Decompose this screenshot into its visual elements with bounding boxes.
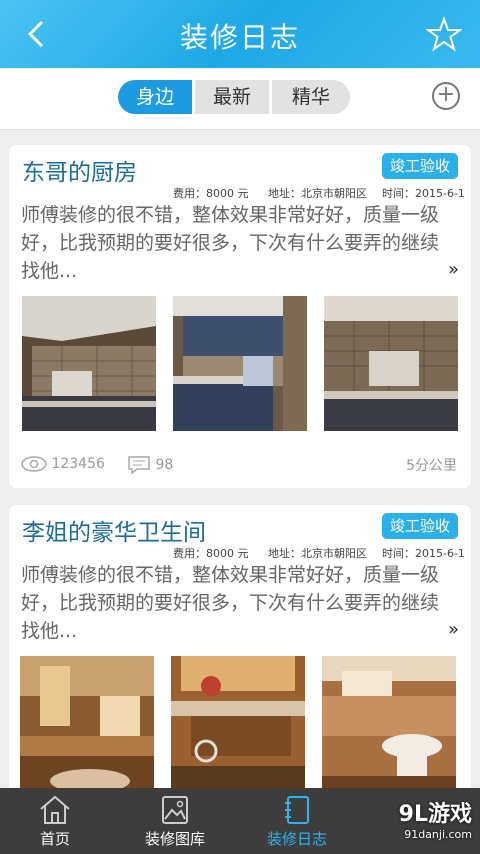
notebook-icon — [285, 796, 309, 824]
double-chevron-right-icon[interactable]: » — [448, 259, 459, 280]
comment-count[interactable]: 98 — [127, 455, 173, 475]
card-description: 师傅装修的很不错，整体效果非常好好，质量一级好，比我预期的要好很多，下次有什么要… — [21, 204, 440, 282]
bathroom-photo[interactable] — [322, 656, 456, 805]
address-text: 地址：北京市朝阳区 — [268, 187, 367, 200]
watermark-url: 91danji.com — [404, 828, 472, 841]
eye-icon — [21, 456, 47, 472]
watermark-brand: 9L游戏 — [398, 802, 472, 827]
tab-nearby[interactable]: 身边 — [118, 80, 192, 114]
cost-text: 费用：8000 元 — [173, 187, 249, 200]
time-text: 时间：2015-6-1 — [382, 547, 465, 560]
image-icon — [162, 796, 188, 824]
card-title[interactable]: 东哥的厨房 — [22, 153, 137, 187]
comment-icon — [128, 456, 150, 475]
cost-text: 费用：8000 元 — [173, 547, 249, 560]
header-bar: 装修日志 — [0, 0, 480, 68]
diary-card[interactable]: 东哥的厨房 竣工验收 费用：8000 元 地址：北京市朝阳区 时间：2015-6… — [9, 145, 471, 488]
nav-diary[interactable]: 装修日志 — [242, 788, 352, 854]
nav-home[interactable]: 首页 — [0, 788, 110, 854]
nav-diary-label: 装修日志 — [266, 830, 327, 848]
tab-featured[interactable]: 精华 — [272, 80, 350, 114]
kitchen-photo[interactable] — [173, 296, 307, 431]
time-text: 时间：2015-6-1 — [382, 187, 465, 200]
kitchen-photo[interactable] — [324, 296, 458, 431]
view-count-value: 123456 — [51, 456, 105, 472]
distance-text: 5分公里 — [406, 458, 457, 474]
double-chevron-right-icon[interactable]: » — [448, 619, 459, 640]
watermark-logo: 9L游戏 91danji.com — [399, 796, 472, 841]
nav-home-label: 首页 — [39, 830, 70, 848]
address-text: 地址：北京市朝阳区 — [268, 547, 367, 560]
nav-gallery[interactable]: 装修图库 — [120, 788, 230, 854]
add-icon[interactable]: + — [432, 82, 460, 110]
home-icon — [40, 795, 70, 824]
card-title[interactable]: 李姐的豪华卫生间 — [22, 513, 206, 547]
view-count: 123456 — [21, 455, 105, 473]
page-title: 装修日志 — [179, 21, 300, 54]
kitchen-photo[interactable] — [22, 296, 156, 431]
star-icon[interactable] — [426, 16, 462, 52]
comment-count-value: 98 — [155, 457, 174, 473]
card-description: 师傅装修的很不错，整体效果非常好好，质量一级好，比我预期的要好很多，下次有什么要… — [21, 564, 440, 642]
diary-card[interactable]: 李姐的豪华卫生间 竣工验收 费用：8000 元 地址：北京市朝阳区 时间：201… — [9, 505, 471, 805]
filter-tab-bar: 身边 最新 精华 + — [0, 68, 480, 130]
status-badge: 竣工验收 — [382, 153, 458, 179]
status-badge: 竣工验收 — [382, 513, 458, 539]
bathroom-photo[interactable] — [171, 656, 305, 805]
tab-latest[interactable]: 最新 — [195, 80, 269, 114]
bathroom-photo[interactable] — [20, 656, 154, 805]
nav-gallery-label: 装修图库 — [144, 830, 205, 848]
